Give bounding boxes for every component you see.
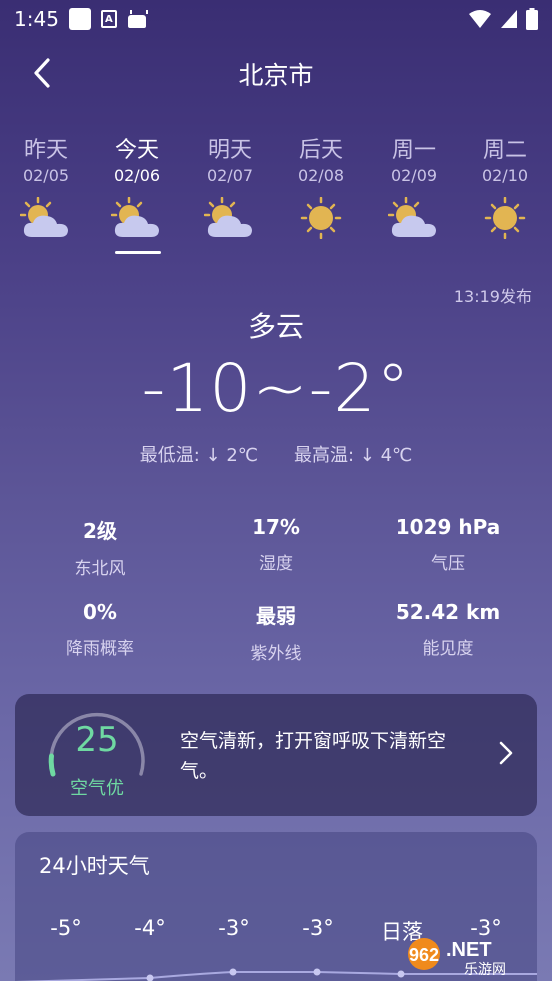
day-name: 今天 — [114, 138, 159, 163]
aqi-level: 空气优 — [70, 778, 124, 799]
stat-label: 紫外线 — [250, 644, 302, 664]
stat-rain-chance: 0% 降雨概率 — [8, 600, 192, 659]
hourly-item: -3° — [218, 916, 250, 940]
status-time: 1:45 — [14, 7, 59, 31]
day-selector: 昨天 02/05 今天 02/06 明天 02/07 后天 02/08 周一 0… — [0, 132, 552, 262]
stat-visibility: 52.42 km 能见度 — [356, 600, 540, 659]
top-bar: 北京市 — [0, 50, 552, 96]
stat-value: 1029 hPa — [395, 515, 501, 539]
hourly-point — [146, 974, 154, 981]
weather-condition: 多云 — [247, 310, 304, 343]
watermark-text: 962 — [409, 945, 439, 965]
max-temp: 最高温: ↓ 4℃ — [294, 445, 413, 466]
partly-cloudy-icon — [110, 196, 159, 237]
day-date: 02/09 — [390, 166, 438, 185]
hourly-point — [229, 968, 237, 976]
stat-label: 降雨概率 — [66, 639, 134, 659]
day-name: 昨天 — [23, 138, 68, 163]
hourly-item: -5° — [50, 916, 82, 940]
min-max-temp: 最低温: ↓ 2℃ 最高温: ↓ 4℃ — [0, 441, 552, 467]
min-temp: 最低温: ↓ 2℃ — [139, 445, 258, 466]
day-name: 后天 — [298, 138, 343, 163]
stat-label: 湿度 — [259, 554, 293, 574]
hourly-point — [313, 968, 321, 976]
day-tab-yesterday[interactable]: 昨天 02/05 — [11, 132, 81, 243]
partly-cloudy-icon — [387, 196, 436, 237]
day-name: 周一 — [391, 138, 436, 163]
stat-label: 气压 — [431, 554, 465, 574]
day-tab-tuesday[interactable]: 周二 02/10 — [470, 132, 540, 243]
stat-label: 东北风 — [74, 559, 126, 579]
stat-humidity: 17% 湿度 — [184, 515, 368, 574]
partly-cloudy-icon — [19, 196, 68, 237]
day-tab-monday[interactable]: 周一 02/09 — [379, 132, 449, 243]
stat-value: 2级 — [83, 519, 117, 543]
stat-pressure: 1029 hPa 气压 — [356, 515, 540, 574]
keyboard-icon: A — [100, 10, 117, 28]
day-date: 02/05 — [22, 166, 70, 185]
city-title: 北京市 — [238, 61, 314, 90]
notification-icon — [68, 8, 91, 30]
stat-label: 能见度 — [422, 639, 474, 659]
stat-uv: 最弱 紫外线 — [184, 600, 368, 664]
status-bar: 1:45 A — [0, 0, 552, 38]
hourly-item: -3° — [302, 916, 334, 940]
stat-value: 17% — [252, 515, 300, 539]
watermark-suffix: .NET — [446, 939, 492, 961]
day-tab-tomorrow[interactable]: 明天 02/07 — [195, 132, 265, 243]
day-date: 02/10 — [481, 166, 529, 185]
stat-value: 0% — [83, 600, 117, 624]
site-watermark-logo: 962 .NET 乐游网 — [408, 938, 506, 978]
day-name: 明天 — [207, 138, 252, 163]
hourly-item: -4° — [134, 916, 166, 940]
day-name: 周二 — [482, 138, 527, 163]
day-date: 02/08 — [297, 166, 345, 185]
day-date: 02/07 — [206, 166, 254, 185]
publish-time: 13:19发布 — [453, 287, 532, 306]
stat-wind: 2级 东北风 — [8, 515, 192, 579]
hourly-title: 24小时天气 — [39, 854, 150, 878]
air-quality-card[interactable]: 25 空气优 空气清新，打开窗呼吸下清新空气。 — [15, 694, 537, 816]
signal-icon — [501, 10, 517, 28]
stat-value: 最弱 — [256, 604, 296, 628]
sun-icon — [484, 196, 526, 240]
aqi-value: 25 — [75, 720, 119, 760]
stat-value: 52.42 km — [395, 600, 501, 624]
android-icon — [127, 10, 148, 28]
battery-icon — [526, 8, 538, 30]
sun-icon — [300, 196, 342, 240]
chevron-right-icon[interactable] — [497, 740, 515, 766]
wifi-icon — [469, 10, 491, 28]
partly-cloudy-icon — [203, 196, 252, 237]
active-day-indicator — [115, 251, 161, 254]
watermark-sub: 乐游网 — [464, 962, 506, 978]
day-date: 02/06 — [113, 166, 161, 185]
aqi-advice: 空气清新，打开窗呼吸下清新空气。 — [180, 730, 447, 782]
temperature-range: -10~-2° — [141, 350, 411, 427]
day-tab-today[interactable]: 今天 02/06 — [102, 132, 172, 243]
day-tab-day-after[interactable]: 后天 02/08 — [286, 132, 356, 243]
